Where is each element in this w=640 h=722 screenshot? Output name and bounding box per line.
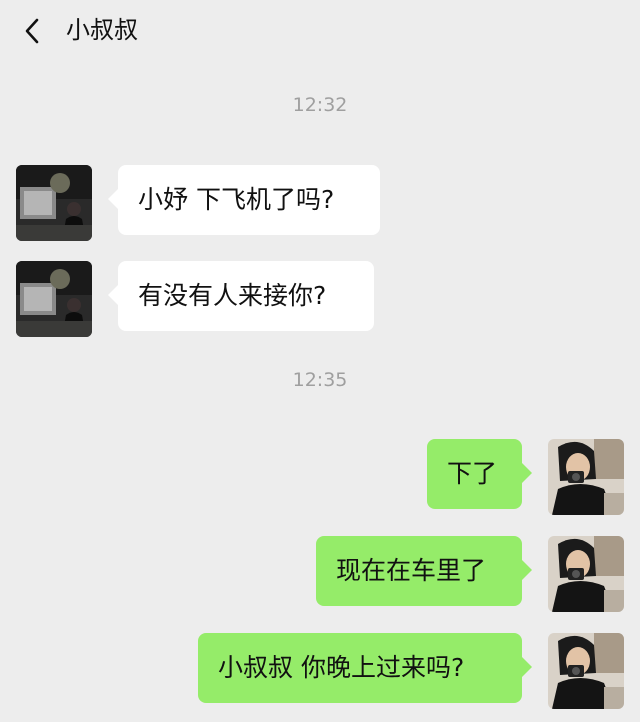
user-avatar[interactable] (548, 439, 624, 515)
timestamp: 12:35 (292, 369, 348, 391)
message-bubble-outgoing[interactable]: 小叔叔 你晚上过来吗? (198, 633, 532, 703)
back-button[interactable] (20, 16, 46, 46)
message-bubble-outgoing[interactable]: 下了 (427, 439, 532, 509)
user-avatar[interactable] (548, 536, 624, 612)
message-bubble-incoming[interactable]: 有没有人来接你? (108, 261, 374, 331)
message-text: 现在在车里了 (336, 556, 487, 585)
message-text: 小叔叔 你晚上过来吗? (218, 653, 465, 682)
message-bubble-outgoing[interactable]: 现在在车里了 (316, 536, 532, 606)
contact-avatar[interactable] (16, 165, 92, 241)
message-text: 有没有人来接你? (138, 281, 327, 310)
chevron-left-icon (25, 18, 39, 44)
message-bubble-incoming[interactable]: 小妤 下飞机了吗? (108, 165, 380, 235)
timestamp: 12:32 (292, 94, 348, 116)
user-avatar[interactable] (548, 633, 624, 709)
message-text: 下了 (447, 459, 498, 488)
chat-title: 小叔叔 (66, 16, 138, 44)
contact-avatar[interactable] (16, 261, 92, 337)
chat-header: 小叔叔 (0, 0, 640, 60)
message-text: 小妤 下飞机了吗? (138, 185, 335, 214)
